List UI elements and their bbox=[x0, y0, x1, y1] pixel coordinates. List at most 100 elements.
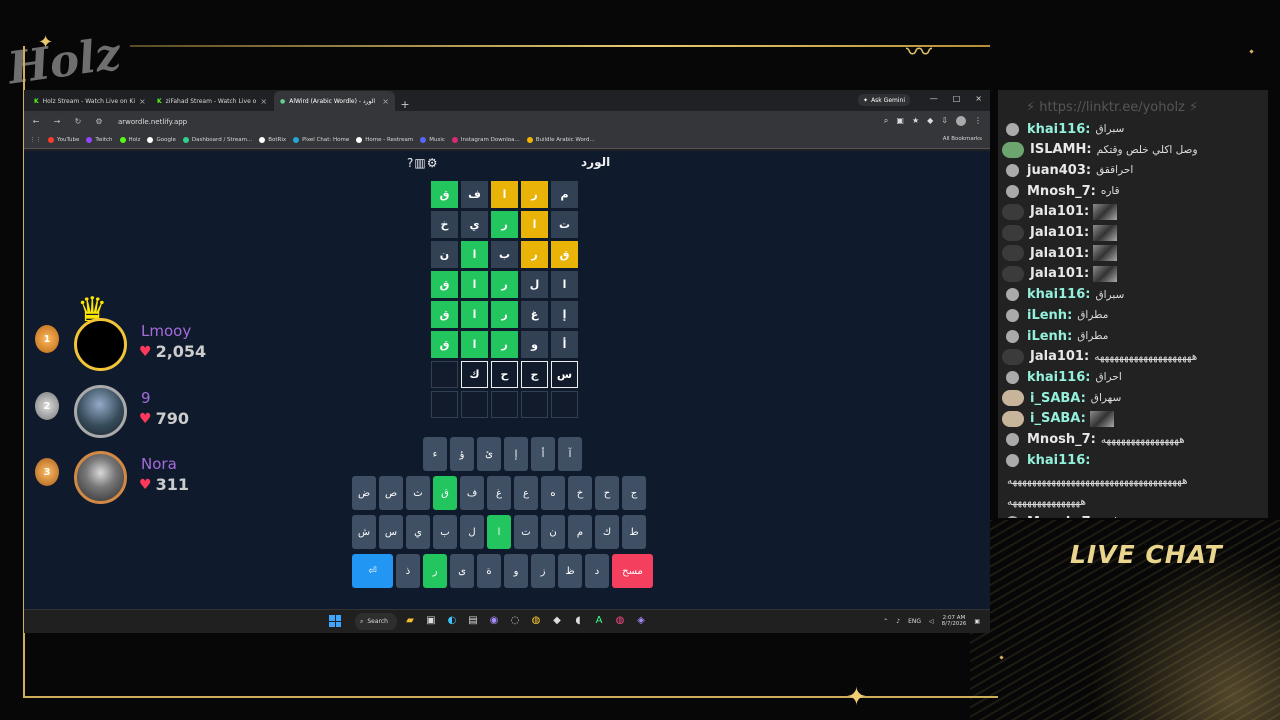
chat-username[interactable]: Jala101: bbox=[1030, 225, 1089, 240]
letter-key[interactable]: إ bbox=[504, 437, 528, 471]
language-indicator[interactable]: ENG bbox=[908, 618, 921, 625]
refresh-icon[interactable]: ↻ bbox=[72, 117, 84, 126]
app-pink-icon[interactable]: ◍ bbox=[614, 615, 626, 626]
site-info-icon[interactable]: ⚙ bbox=[93, 117, 105, 126]
chat-username[interactable]: i_SABA: bbox=[1030, 391, 1086, 406]
letter-key[interactable]: ط bbox=[622, 515, 646, 549]
letter-key[interactable]: ب bbox=[433, 515, 457, 549]
all-bookmarks-button[interactable]: All Bookmarks bbox=[943, 136, 982, 142]
tab-zifahad-stream[interactable]: KziFahad Stream - Watch Live o × bbox=[151, 91, 272, 111]
chat-username[interactable]: khai116: bbox=[1027, 287, 1090, 302]
clock[interactable]: 2:07 AM 8/7/2026 bbox=[942, 615, 967, 627]
mic-icon[interactable]: ♪ bbox=[896, 618, 900, 625]
delete-key[interactable]: مسح bbox=[612, 554, 653, 588]
letter-key[interactable]: ه bbox=[541, 476, 565, 510]
letter-key[interactable]: ف bbox=[460, 476, 484, 510]
letter-key[interactable]: ل bbox=[460, 515, 484, 549]
bookmark-youtube[interactable]: YouTube bbox=[48, 137, 79, 143]
apps-grid-icon[interactable]: ⋮⋮ bbox=[30, 137, 41, 143]
obs-icon[interactable]: ◌ bbox=[509, 615, 521, 626]
letter-key[interactable]: خ bbox=[568, 476, 592, 510]
chat-username[interactable]: Jala101: bbox=[1030, 349, 1089, 364]
bookmark-dashboard[interactable]: Dashboard / Stream... bbox=[182, 137, 252, 143]
bookmark-twitch[interactable]: Twitch bbox=[86, 137, 113, 143]
menu-icon[interactable]: ⋮ bbox=[974, 116, 982, 126]
chat-username[interactable]: iLenh: bbox=[1027, 329, 1072, 344]
letter-key[interactable]: س bbox=[379, 515, 403, 549]
app-purple-icon[interactable]: ◈ bbox=[635, 615, 647, 626]
chat-username[interactable]: juan403: bbox=[1027, 163, 1091, 178]
bookmark-botrix[interactable]: BotRix bbox=[259, 137, 286, 143]
letter-key[interactable]: ك bbox=[595, 515, 619, 549]
letter-key[interactable]: ث bbox=[406, 476, 430, 510]
bookmark-music[interactable]: Music bbox=[420, 137, 445, 143]
bookmark-google[interactable]: Google bbox=[147, 137, 176, 143]
maximize-icon[interactable]: □ bbox=[953, 94, 961, 103]
letter-key[interactable]: ذ bbox=[396, 554, 420, 588]
letter-key[interactable]: ظ bbox=[558, 554, 582, 588]
bookmark-pixel-chat[interactable]: Pixel Chat: Home bbox=[293, 137, 349, 143]
volume-icon[interactable]: ◁ bbox=[929, 618, 934, 625]
extension-icon[interactable]: ◆ bbox=[927, 116, 933, 126]
tab-holz-stream[interactable]: K Holz Stream - Watch Live on Ki × bbox=[28, 91, 149, 111]
chat-username[interactable]: i_SABA: bbox=[1030, 411, 1086, 426]
letter-key[interactable]: أ bbox=[531, 437, 555, 471]
letter-key[interactable]: ت bbox=[514, 515, 538, 549]
letter-key[interactable]: و bbox=[504, 554, 528, 588]
bookmark-buildle[interactable]: Buildle Arabic Word... bbox=[526, 137, 595, 143]
chat-username[interactable]: Jala101: bbox=[1030, 204, 1089, 219]
star-icon[interactable]: ★ bbox=[912, 116, 919, 126]
letter-key[interactable]: ح bbox=[595, 476, 619, 510]
chrome-icon[interactable]: ◍ bbox=[530, 615, 542, 626]
letter-key[interactable]: غ bbox=[487, 476, 511, 510]
forward-icon[interactable]: → bbox=[51, 117, 63, 126]
chat-username[interactable]: Jala101: bbox=[1030, 246, 1089, 261]
profile-avatar[interactable] bbox=[956, 116, 966, 126]
letter-key[interactable]: ي bbox=[406, 515, 430, 549]
letter-key[interactable]: ض bbox=[352, 476, 376, 510]
letter-key[interactable]: ش bbox=[352, 515, 376, 549]
windows-start-icon[interactable] bbox=[329, 615, 341, 627]
letter-key[interactable]: ى bbox=[450, 554, 474, 588]
chat-username[interactable]: Jala101: bbox=[1030, 266, 1089, 281]
file-explorer-icon[interactable]: ▰ bbox=[404, 615, 416, 626]
app-green-icon[interactable]: A bbox=[593, 615, 605, 626]
letter-key[interactable]: ص bbox=[379, 476, 403, 510]
settings-icon[interactable]: ⚙ bbox=[427, 156, 438, 170]
terminal-icon[interactable]: ▤ bbox=[467, 615, 479, 626]
tab-arabic-wordle[interactable]: ● AlWird (Arabic Wordle) - الورد × bbox=[274, 91, 395, 111]
close-icon[interactable]: × bbox=[260, 97, 267, 106]
bookmark-restream[interactable]: Home - Restream bbox=[356, 137, 413, 143]
steam-icon[interactable]: ◆ bbox=[551, 615, 563, 626]
enter-key[interactable]: ⏎ bbox=[352, 554, 393, 588]
bookmark-holz[interactable]: Holz bbox=[119, 137, 140, 143]
ask-gemini-button[interactable]: ✦ Ask Gemini bbox=[858, 94, 910, 106]
letter-key[interactable]: ر bbox=[423, 554, 447, 588]
cast-icon[interactable]: ▣ bbox=[896, 116, 904, 126]
letter-key[interactable]: ء bbox=[423, 437, 447, 471]
minimize-icon[interactable]: — bbox=[930, 94, 938, 103]
letter-key[interactable]: ج bbox=[622, 476, 646, 510]
letter-key[interactable]: د bbox=[585, 554, 609, 588]
edge-icon[interactable]: ◐ bbox=[446, 615, 458, 626]
download-icon[interactable]: ⇩ bbox=[941, 116, 948, 126]
letter-key[interactable]: م bbox=[568, 515, 592, 549]
new-tab-button[interactable]: + bbox=[397, 98, 413, 111]
zoom-icon[interactable]: ⌕ bbox=[884, 116, 888, 126]
stats-icon[interactable]: ▥ bbox=[414, 156, 425, 170]
letter-key[interactable]: ن bbox=[541, 515, 565, 549]
chat-username[interactable]: khai116: bbox=[1027, 370, 1090, 385]
help-icon[interactable]: ? bbox=[407, 156, 413, 170]
discord-icon[interactable]: ◉ bbox=[488, 615, 500, 626]
chat-username[interactable]: iLenh: bbox=[1027, 308, 1072, 323]
taskbar-search[interactable]: ⌕ Search bbox=[355, 613, 397, 630]
close-window-icon[interactable]: × bbox=[975, 94, 982, 103]
chat-username[interactable]: ISLAMH: bbox=[1030, 142, 1092, 157]
chat-link[interactable]: ⚡ https://linktr.ee/yoholz ⚡ bbox=[1026, 100, 1198, 115]
close-icon[interactable]: × bbox=[139, 97, 146, 106]
letter-key[interactable]: آ bbox=[558, 437, 582, 471]
close-icon[interactable]: × bbox=[382, 97, 389, 106]
letter-key[interactable]: ا bbox=[487, 515, 511, 549]
letter-key[interactable]: ز bbox=[531, 554, 555, 588]
letter-key[interactable]: ئ bbox=[477, 437, 501, 471]
